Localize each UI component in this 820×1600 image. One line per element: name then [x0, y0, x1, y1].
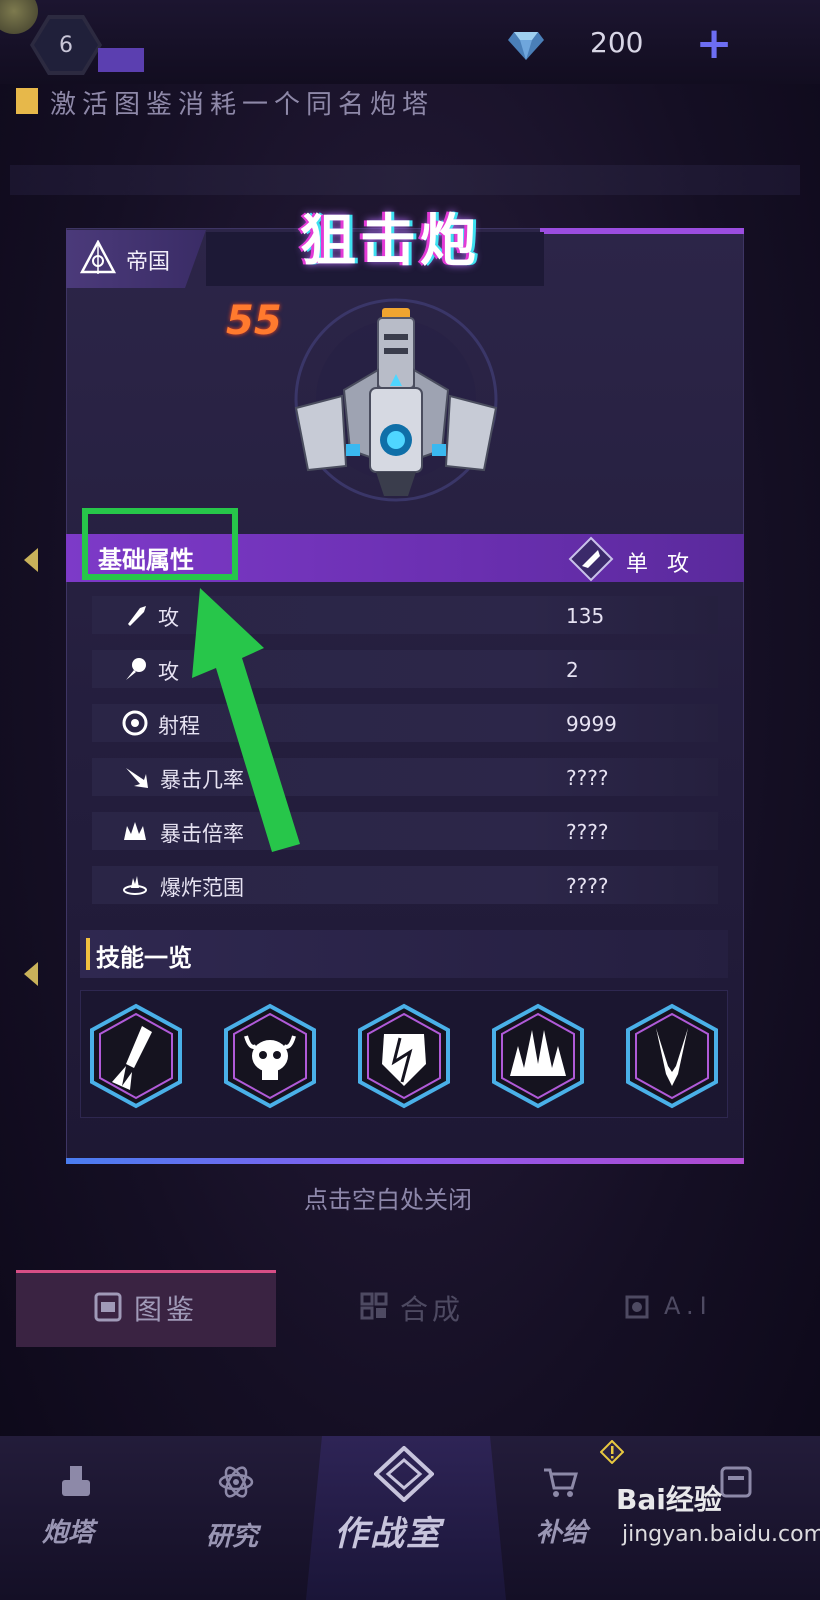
war-room-icon — [374, 1446, 434, 1502]
gem-count: 200 — [590, 26, 644, 59]
atom-icon — [218, 1466, 254, 1498]
empire-emblem-icon — [80, 240, 116, 274]
explosion-icon — [123, 876, 147, 895]
cart-icon — [544, 1468, 578, 1497]
hint-icon — [16, 88, 38, 114]
add-gems-button[interactable]: + — [694, 22, 734, 66]
nav-research-label[interactable]: 研究 — [206, 1516, 258, 1553]
skull-skill-icon[interactable] — [220, 1002, 320, 1110]
left-arrow-icon[interactable] — [24, 548, 38, 572]
book-icon — [94, 1292, 122, 1322]
bullet-icon — [128, 606, 146, 626]
header-strip — [10, 165, 800, 195]
single-attack-icon — [568, 536, 614, 582]
crit-arrow-icon — [126, 768, 148, 788]
tab-atlas-label: 图鉴 — [134, 1293, 199, 1326]
tab-ai-label[interactable]: A.I — [664, 1292, 713, 1320]
stat-value: ???? — [566, 874, 609, 898]
hint-text: 激活图鉴消耗一个同名炮塔 — [50, 90, 435, 120]
xp-bar — [98, 48, 144, 72]
stat-label: 爆炸范围 — [160, 876, 244, 900]
highlight-box — [82, 508, 238, 580]
stat-value: ???? — [566, 766, 609, 790]
chip-icon — [625, 1295, 649, 1319]
nav-supply-label[interactable]: 补给 — [536, 1512, 588, 1549]
skills-header-accent — [86, 938, 90, 970]
stat-value: 2 — [566, 658, 579, 682]
modal-bottom-accent — [66, 1158, 744, 1164]
close-hint: 点击空白处关闭 — [304, 1186, 472, 1214]
faction-name: 帝国 — [126, 250, 171, 275]
profile-nav-icon — [720, 1466, 752, 1498]
burst-icon — [124, 822, 146, 840]
diamond-icon — [508, 32, 544, 60]
alert-badge-icon — [600, 1440, 624, 1464]
tower-level: 55 — [226, 298, 282, 344]
green-arrow-annotation — [192, 588, 300, 852]
turret-nav-icon — [62, 1466, 90, 1496]
modal-top-accent — [540, 228, 744, 234]
stat-value: 9999 — [566, 712, 617, 736]
tab-synthesis-label[interactable]: 合成 — [400, 1288, 464, 1328]
baidu-watermark-logo: Bai经验 — [616, 1483, 722, 1516]
claw-skill-icon[interactable] — [622, 1002, 722, 1110]
synthesis-icon — [360, 1292, 388, 1320]
spikes-skill-icon[interactable] — [488, 1002, 588, 1110]
attack-type: 单 攻 — [626, 552, 695, 577]
sniper-turret-image — [294, 298, 498, 502]
stat-value: 135 — [566, 604, 605, 628]
tower-name: 狙击炮 — [300, 209, 480, 274]
stat-value: ???? — [566, 820, 609, 844]
nav-war-room-label[interactable]: 作战室 — [334, 1506, 442, 1555]
missile-skill-icon[interactable] — [86, 1002, 186, 1110]
left-arrow-icon[interactable] — [24, 962, 38, 986]
baidu-watermark-url: jingyan.baidu.com — [622, 1522, 820, 1547]
nav-turret-label[interactable]: 炮塔 — [42, 1512, 94, 1549]
shield-skill-icon[interactable] — [354, 1002, 454, 1110]
rocket-icon — [126, 658, 146, 680]
skills-title: 技能一览 — [96, 944, 192, 972]
target-icon — [122, 710, 148, 736]
